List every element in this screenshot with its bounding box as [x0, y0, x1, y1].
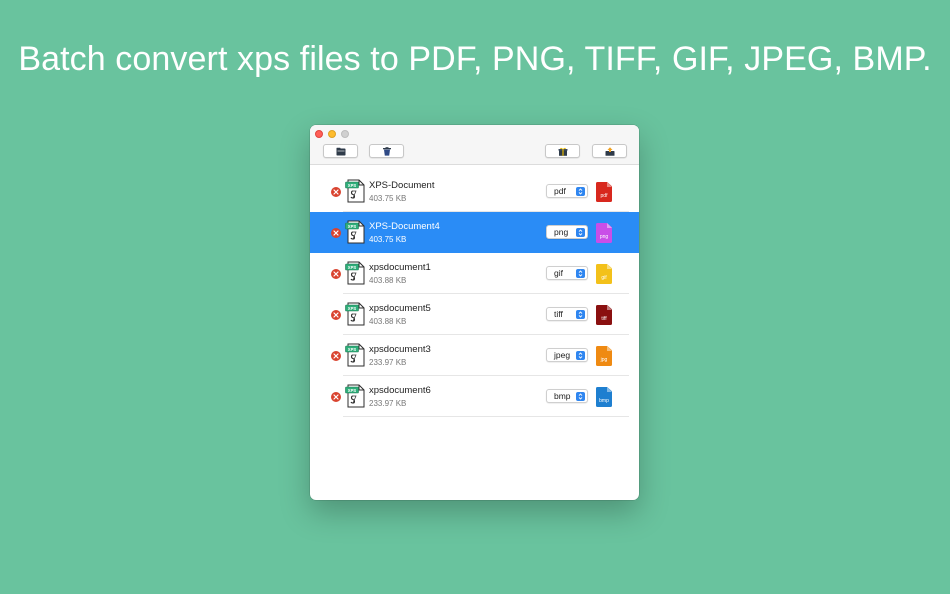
- remove-file-button[interactable]: [331, 392, 341, 402]
- format-select-value: bmp: [554, 391, 571, 401]
- up-down-chevron-icon: [576, 350, 585, 360]
- format-select[interactable]: tiff: [546, 307, 588, 321]
- up-down-chevron-icon: [576, 309, 585, 319]
- output-format-label: tiff: [601, 316, 607, 322]
- file-size: 233.97 KB: [369, 399, 407, 408]
- close-icon: [333, 230, 339, 236]
- svg-text:XPS: XPS: [348, 224, 357, 229]
- gift-icon: [558, 147, 567, 156]
- export-icon: [605, 146, 614, 156]
- format-select-value: png: [554, 227, 569, 237]
- format-select[interactable]: bmp: [546, 389, 588, 403]
- window-minimize-button[interactable]: [328, 130, 336, 138]
- file-size: 233.97 KB: [369, 358, 407, 367]
- file-name: XPS-Document: [369, 180, 435, 191]
- xps-file-icon: XPS: [345, 384, 365, 408]
- titlebar: [310, 125, 639, 165]
- headline: Batch convert xps files to PDF, PNG, TIF…: [18, 40, 932, 78]
- output-format-label: pdf: [600, 193, 608, 199]
- file-row[interactable]: XPS XPS-Document4 403.75 KB png png: [310, 212, 639, 253]
- xps-file-icon: XPS: [345, 343, 365, 367]
- xps-file-icon: XPS: [345, 261, 365, 285]
- file-row[interactable]: XPS xpsdocument1 403.88 KB gif gif: [310, 253, 639, 294]
- format-select-value: tiff: [554, 309, 563, 319]
- output-format-icon: bmp: [596, 387, 612, 407]
- format-select-value: gif: [554, 268, 563, 278]
- remove-file-button[interactable]: [331, 310, 341, 320]
- output-format-icon: gif: [596, 264, 612, 284]
- format-select[interactable]: pdf: [546, 184, 588, 198]
- clear-list-button[interactable]: [369, 144, 404, 158]
- xps-file-icon: XPS: [345, 302, 365, 326]
- format-select-value: jpeg: [554, 350, 571, 360]
- output-format-label: png: [599, 234, 609, 240]
- file-row[interactable]: XPS xpsdocument6 233.97 KB bmp bmp: [310, 376, 639, 417]
- svg-text:XPS: XPS: [348, 306, 357, 311]
- xps-file-icon: XPS: [345, 220, 365, 244]
- file-size: 403.88 KB: [369, 317, 407, 326]
- output-format-label: gif: [601, 275, 607, 281]
- up-down-chevron-icon: [576, 227, 585, 237]
- file-size: 403.75 KB: [369, 194, 407, 203]
- up-down-chevron-icon: [576, 186, 585, 196]
- file-name: xpsdocument1: [369, 262, 431, 273]
- row-divider: [343, 416, 629, 417]
- svg-text:XPS: XPS: [348, 388, 357, 393]
- format-select[interactable]: gif: [546, 266, 588, 280]
- window-close-button[interactable]: [315, 130, 323, 138]
- file-size: 403.75 KB: [369, 235, 407, 244]
- output-format-icon: png: [596, 223, 612, 243]
- output-format-icon: pdf: [596, 182, 612, 202]
- trash-icon: [382, 146, 391, 156]
- file-name: xpsdocument6: [369, 385, 431, 396]
- output-format-icon: jpg: [596, 346, 612, 366]
- file-list: XPS XPS-Document 403.75 KB pdf pdf XPS X…: [310, 171, 639, 417]
- remove-file-button[interactable]: [331, 187, 341, 197]
- up-down-chevron-icon: [576, 391, 585, 401]
- close-icon: [333, 189, 339, 195]
- xps-file-icon: XPS: [345, 179, 365, 203]
- close-icon: [333, 353, 339, 359]
- output-format-icon: tiff: [596, 305, 612, 325]
- format-select[interactable]: jpeg: [546, 348, 588, 362]
- output-format-label: jpg: [600, 357, 608, 363]
- file-row[interactable]: XPS xpsdocument3 233.97 KB jpeg jpg: [310, 335, 639, 376]
- svg-text:XPS: XPS: [348, 183, 357, 188]
- file-row[interactable]: XPS xpsdocument5 403.88 KB tiff tiff: [310, 294, 639, 335]
- close-icon: [333, 394, 339, 400]
- convert-export-button[interactable]: [592, 144, 627, 158]
- svg-text:XPS: XPS: [348, 265, 357, 270]
- app-window: XPS XPS-Document 403.75 KB pdf pdf XPS X…: [310, 125, 639, 500]
- remove-file-button[interactable]: [331, 228, 341, 238]
- remove-file-button[interactable]: [331, 269, 341, 279]
- gift-button[interactable]: [545, 144, 580, 158]
- close-icon: [333, 312, 339, 318]
- output-format-label: bmp: [599, 398, 609, 404]
- file-size: 403.88 KB: [369, 276, 407, 285]
- file-name: XPS-Document4: [369, 221, 440, 232]
- up-down-chevron-icon: [576, 268, 585, 278]
- add-folder-button[interactable]: [323, 144, 358, 158]
- format-select-value: pdf: [554, 186, 566, 196]
- file-row[interactable]: XPS XPS-Document 403.75 KB pdf pdf: [310, 171, 639, 212]
- window-maximize-button[interactable]: [341, 130, 349, 138]
- close-icon: [333, 271, 339, 277]
- svg-text:XPS: XPS: [348, 347, 357, 352]
- format-select[interactable]: png: [546, 225, 588, 239]
- folder-icon: [336, 147, 345, 155]
- file-name: xpsdocument5: [369, 303, 431, 314]
- file-name: xpsdocument3: [369, 344, 431, 355]
- remove-file-button[interactable]: [331, 351, 341, 361]
